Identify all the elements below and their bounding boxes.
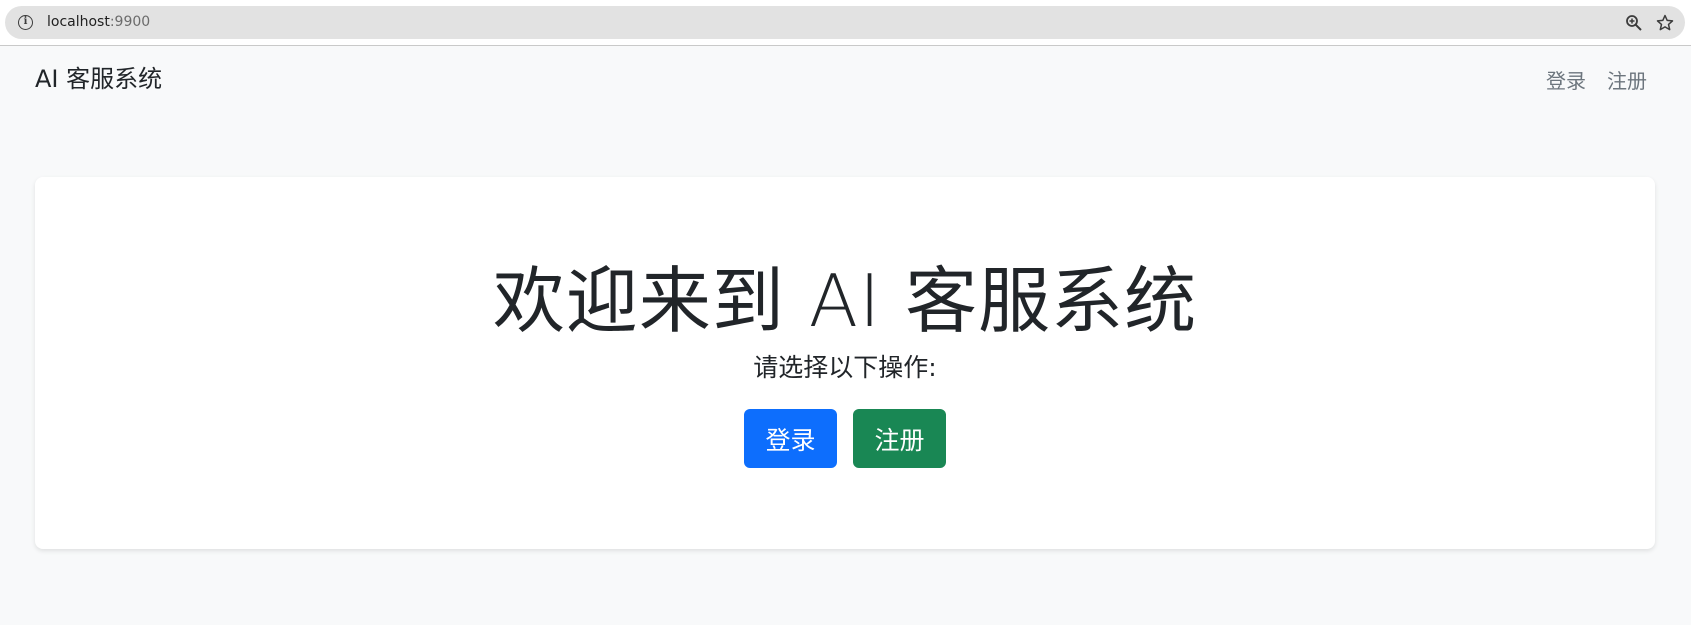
navbar: AI 客服系统 登录 注册 [0, 46, 1691, 116]
url-text[interactable]: localhost:9900 [47, 14, 150, 31]
navbar-brand[interactable]: AI 客服系统 [35, 64, 162, 94]
hero-title: 欢迎来到 AI 客服系统 [492, 259, 1198, 343]
welcome-card: 欢迎来到 AI 客服系统 请选择以下操作: 登录 注册 [35, 177, 1655, 549]
info-icon[interactable]: i [18, 15, 33, 30]
nav-link-register[interactable]: 注册 [1607, 68, 1647, 94]
hero-subtitle: 请选择以下操作: [753, 353, 937, 382]
nav-links: 登录 注册 [1546, 68, 1647, 94]
star-icon[interactable] [1656, 14, 1674, 32]
login-button[interactable]: 登录 [744, 409, 837, 468]
url-port: :9900 [109, 14, 151, 30]
browser-chrome: i localhost:9900 [0, 0, 1691, 46]
address-bar[interactable]: i localhost:9900 [5, 6, 1685, 39]
url-host: localhost [47, 14, 110, 30]
nav-link-login[interactable]: 登录 [1546, 68, 1586, 94]
register-button[interactable]: 注册 [853, 409, 946, 468]
zoom-icon[interactable] [1625, 14, 1643, 32]
action-buttons: 登录 注册 [35, 409, 1655, 468]
